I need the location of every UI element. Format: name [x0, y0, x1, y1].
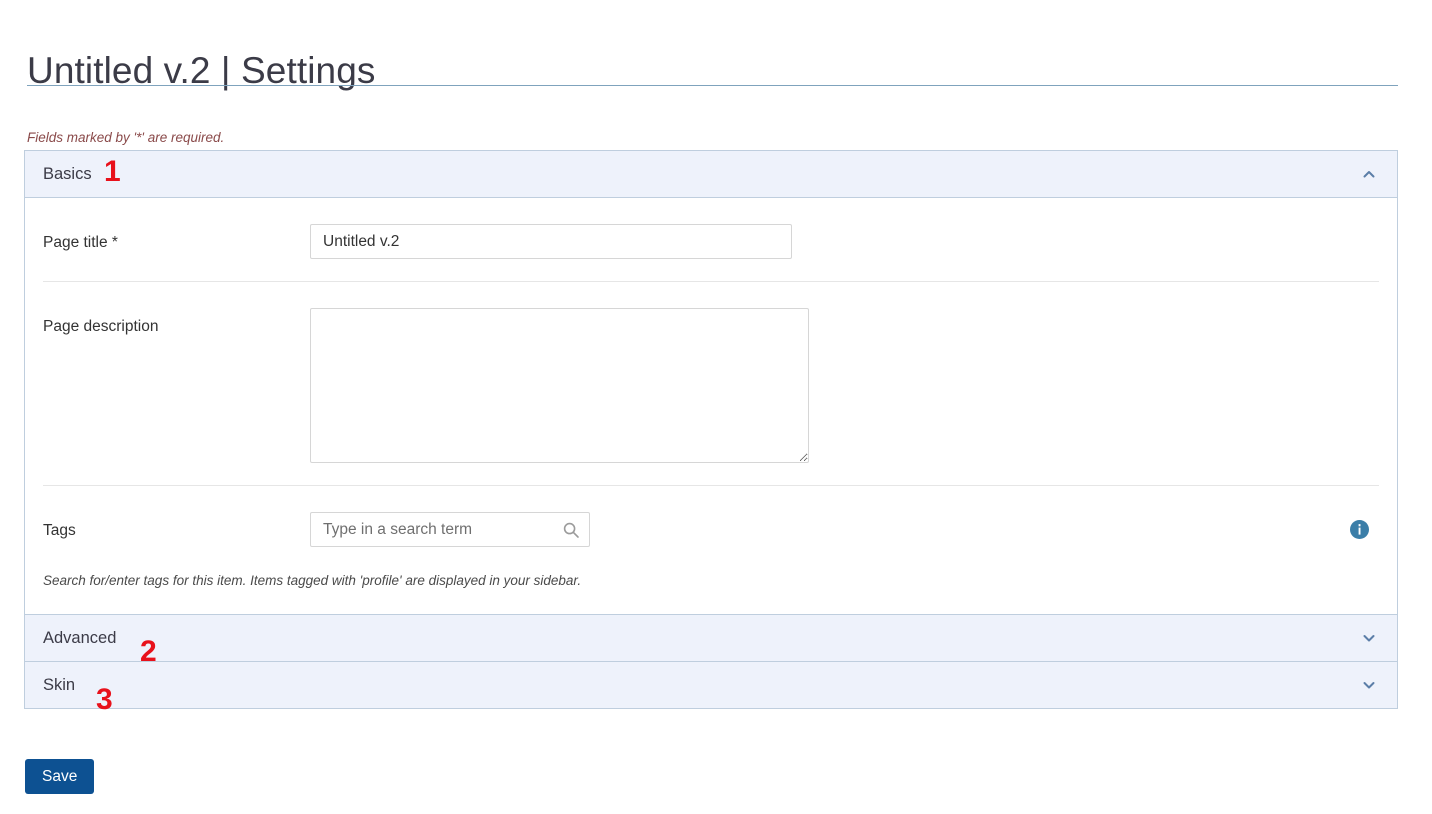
accordion-body-basics: Page title * Page description Tags [25, 198, 1397, 614]
form-row-tags: Tags [25, 486, 1397, 551]
chevron-down-icon[interactable] [1361, 630, 1377, 646]
form-row-page-description: Page description [25, 282, 1397, 485]
accordion-section-advanced: Advanced [24, 614, 1398, 661]
page-description-label: Page description [43, 318, 159, 335]
accordion-title-skin: Skin [43, 675, 76, 694]
tags-help-text: Search for/enter tags for this item. Ite… [43, 573, 582, 588]
accordion-section-skin: Skin [24, 661, 1398, 709]
info-icon[interactable] [1350, 520, 1369, 539]
chevron-down-icon[interactable] [1361, 677, 1377, 693]
page-title-label: Page title * [43, 234, 118, 251]
accordion-header-advanced[interactable]: Advanced [25, 615, 1397, 661]
save-button[interactable]: Save [25, 759, 95, 794]
required-fields-note: Fields marked by '*' are required. [27, 130, 225, 145]
accordion-title-basics: Basics [43, 164, 92, 183]
accordion-section-basics: Basics Page title * Page description [24, 150, 1398, 614]
accordion-header-skin[interactable]: Skin [25, 662, 1397, 708]
page-title: Untitled v.2 | Settings [27, 49, 376, 91]
accordion-header-basics[interactable]: Basics [25, 151, 1397, 198]
accordion-title-advanced: Advanced [43, 628, 117, 647]
page-title-control [310, 224, 1379, 259]
page-description-control [310, 308, 1379, 463]
tags-search-wrap [310, 512, 590, 547]
tags-search-input[interactable] [310, 512, 590, 547]
page-description-textarea[interactable] [310, 308, 809, 463]
chevron-up-icon[interactable] [1361, 166, 1377, 182]
tags-control [310, 512, 1379, 547]
title-divider [27, 85, 1398, 86]
page-title-input[interactable] [310, 224, 792, 259]
settings-accordion: Basics Page title * Page description [24, 150, 1398, 709]
form-row-page-title: Page title * [25, 198, 1397, 281]
tags-label: Tags [43, 522, 76, 539]
